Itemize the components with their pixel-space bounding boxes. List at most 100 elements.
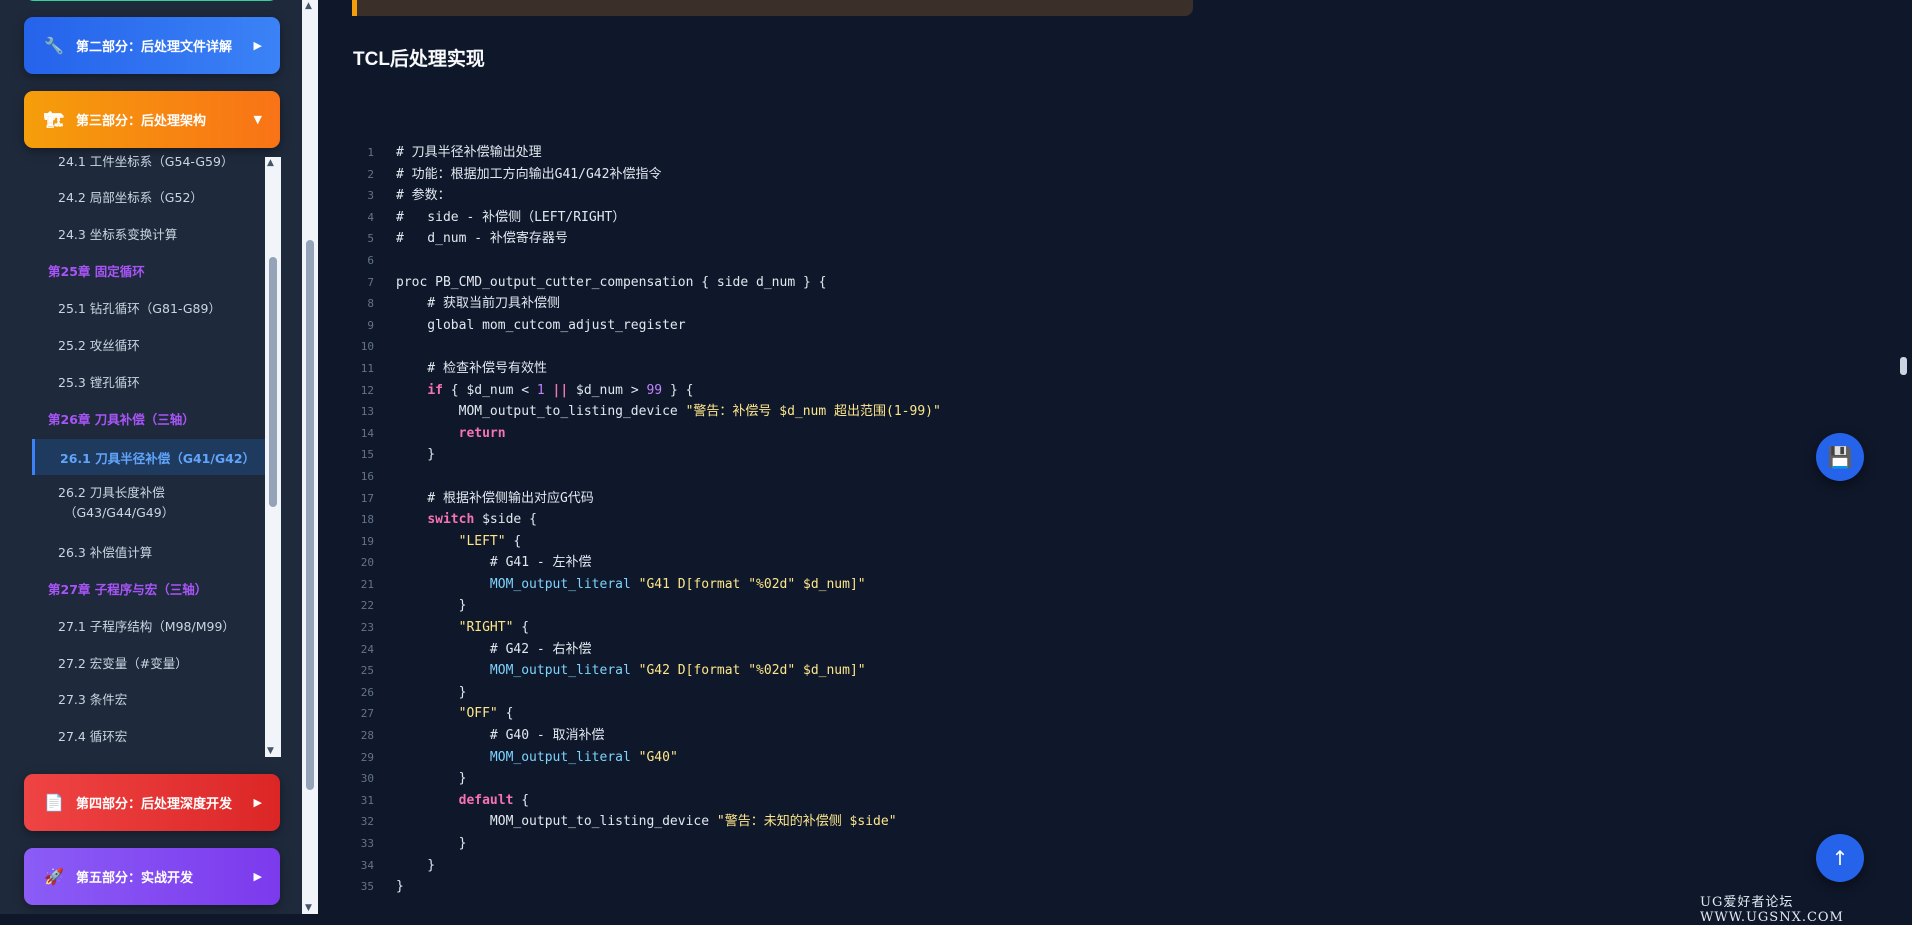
toc-item-24-3[interactable]: 24.3 坐标系变换计算 bbox=[58, 225, 268, 245]
scroll-up-arrow-icon[interactable]: ▲ bbox=[267, 158, 274, 168]
line-number: 35 bbox=[360, 880, 374, 894]
line-number: 15 bbox=[360, 448, 374, 462]
code-text: MOM_output_literal "G40" bbox=[489, 749, 678, 765]
line-number: 14 bbox=[360, 426, 374, 440]
page-scrollbar[interactable] bbox=[1896, 0, 1912, 914]
code-text: # G40 - 取消补偿 bbox=[396, 728, 605, 744]
scroll-down-arrow-icon[interactable]: ▼ bbox=[267, 746, 274, 756]
line-number: 7 bbox=[367, 275, 374, 289]
line-number: 27 bbox=[360, 707, 374, 721]
toc-item-26-2[interactable]: 26.2 刀具长度补偿 （G43/G44/G49） bbox=[58, 483, 268, 523]
document-icon: 📄 bbox=[44, 793, 64, 812]
line-number: 10 bbox=[360, 340, 374, 354]
code-line: 31 default { bbox=[352, 790, 1552, 812]
sidebar-scrollbar-thumb[interactable] bbox=[306, 240, 314, 790]
code-line: 30 } bbox=[352, 768, 1552, 790]
code-text: } bbox=[396, 684, 467, 700]
scroll-down-arrow-icon[interactable]: ▼ bbox=[305, 903, 312, 913]
toc-item-26-3[interactable]: 26.3 补偿值计算 bbox=[58, 543, 268, 563]
line-number: 30 bbox=[360, 772, 374, 786]
code-line: 14 return bbox=[352, 423, 1552, 445]
part-two-label: 第二部分：后处理文件详解 bbox=[76, 40, 233, 55]
expand-arrow-icon: ▶ bbox=[253, 796, 262, 809]
code-line: 6 bbox=[352, 250, 1552, 272]
code-text: default { bbox=[458, 792, 530, 808]
toc-item-26-2-line2: （G43/G44/G49） bbox=[64, 505, 175, 520]
line-number: 11 bbox=[360, 361, 374, 375]
code-text: } bbox=[396, 598, 467, 614]
scroll-up-arrow-icon[interactable]: ▲ bbox=[305, 1, 312, 11]
code-text: global mom_cutcom_adjust_register bbox=[396, 317, 686, 333]
code-text: if { $d_num < 1 || $d_num > 99 } { bbox=[427, 382, 694, 398]
part-three-button[interactable]: 🏗 第三部分：后处理架构 ▼ bbox=[24, 91, 280, 148]
code-line: 11 # 检查补偿号有效性 bbox=[352, 358, 1552, 380]
code-line: 2 # 功能：根据加工方向输出G41/G42补偿指令 bbox=[352, 164, 1552, 186]
code-text: } bbox=[396, 447, 436, 463]
toc-scrollbar-thumb[interactable] bbox=[269, 257, 277, 507]
code-text: MOM_output_literal "G42 D[format "%02d" … bbox=[489, 663, 866, 679]
code-text: } bbox=[396, 836, 467, 851]
wrench-icon: 🔧 bbox=[44, 36, 64, 55]
code-text: switch $side { bbox=[427, 512, 537, 528]
code-text: "OFF" { bbox=[458, 706, 514, 722]
line-number: 1 bbox=[367, 146, 374, 159]
toc-item-27-3[interactable]: 27.3 条件宏 bbox=[58, 690, 268, 710]
sidebar-scrollbar[interactable]: ▲ ▼ bbox=[302, 0, 318, 914]
code-text: # 根据补偿侧输出对应G代码 bbox=[396, 490, 594, 506]
code-line: 35} bbox=[352, 876, 1552, 898]
toc-chapter-25[interactable]: 第25章 固定循环 bbox=[48, 262, 145, 282]
toc-item-27-2[interactable]: 27.2 宏变量（#变量） bbox=[58, 654, 268, 674]
code-line: 21 MOM_output_literal "G41 D[format "%02… bbox=[352, 574, 1552, 596]
code-text: # 参数： bbox=[396, 188, 451, 204]
code-line: 29 MOM_output_literal "G40" bbox=[352, 747, 1552, 769]
line-number: 18 bbox=[360, 513, 374, 527]
code-line: 23 "RIGHT" { bbox=[352, 617, 1552, 639]
part-five-button[interactable]: 🚀 第五部分：实战开发 ▶ bbox=[24, 848, 280, 905]
line-number: 6 bbox=[367, 253, 374, 267]
part-four-label: 第四部分：后处理深度开发 bbox=[76, 797, 233, 812]
toc-item-27-4[interactable]: 27.4 循环宏 bbox=[58, 727, 268, 747]
code-line: 5 # d_num - 补偿寄存器号 bbox=[352, 228, 1552, 250]
toc-item-25-1[interactable]: 25.1 钻孔循环（G81-G89） bbox=[58, 299, 268, 319]
line-number: 17 bbox=[360, 491, 374, 505]
toc-item-26-1-active[interactable]: 26.1 刀具半径补偿（G41/G42） bbox=[32, 439, 280, 475]
code-line: 10 bbox=[352, 336, 1552, 358]
code-line: 16 bbox=[352, 466, 1552, 488]
part-two-button[interactable]: 🔧 第二部分：后处理文件详解 ▶ bbox=[24, 17, 280, 74]
toc-item-27-1[interactable]: 27.1 子程序结构（M98/M99） bbox=[58, 617, 268, 637]
toc-chapter-26[interactable]: 第26章 刀具补偿（三轴） bbox=[48, 410, 195, 430]
back-to-top-button[interactable]: ↑ bbox=[1816, 834, 1864, 882]
line-number: 24 bbox=[360, 642, 374, 656]
callout-box bbox=[352, 0, 1193, 16]
line-number: 13 bbox=[360, 405, 374, 419]
code-line: 15 } bbox=[352, 444, 1552, 466]
code-line: 18 switch $side { bbox=[352, 509, 1552, 531]
line-number: 5 bbox=[367, 232, 374, 246]
code-text: "RIGHT" { bbox=[458, 620, 530, 636]
code-block: 1 # 刀具半径补偿输出处理 2 # 功能：根据加工方向输出G41/G42补偿指令 3 #… bbox=[352, 142, 1552, 898]
code-line: 34 } bbox=[352, 855, 1552, 877]
toc-item-25-2[interactable]: 25.2 攻丝循环 bbox=[58, 336, 268, 356]
line-number: 31 bbox=[360, 793, 374, 807]
line-number: 19 bbox=[360, 534, 374, 548]
code-text: # G42 - 右补偿 bbox=[396, 641, 592, 657]
save-button[interactable]: 💾 bbox=[1816, 433, 1864, 481]
code-text: return bbox=[458, 425, 506, 441]
toc-scrollbar[interactable]: ▲ ▼ bbox=[265, 157, 281, 757]
code-line: 8 # 获取当前刀具补偿侧 bbox=[352, 293, 1552, 315]
toc-item-25-3[interactable]: 25.3 镗孔循环 bbox=[58, 373, 268, 393]
page-scrollbar-thumb[interactable] bbox=[1900, 357, 1907, 375]
toc-item-24-2[interactable]: 24.2 局部坐标系（G52） bbox=[58, 188, 268, 208]
toc-item-24-1[interactable]: 24.1 工件坐标系（G54-G59） bbox=[58, 152, 268, 172]
line-number: 23 bbox=[360, 621, 374, 635]
code-line: 32 MOM_output_to_listing_device "警告：未知的补… bbox=[352, 811, 1552, 833]
part-four-button[interactable]: 📄 第四部分：后处理深度开发 ▶ bbox=[24, 774, 280, 831]
section-title: TCL后处理实现 bbox=[353, 49, 485, 70]
expand-arrow-icon: ▶ bbox=[253, 870, 262, 883]
toc-chapter-27[interactable]: 第27章 子程序与宏（三轴） bbox=[48, 580, 207, 600]
code-line: 7 proc PB_CMD_output_cutter_compensation … bbox=[352, 272, 1552, 294]
watermark: UG爱好者论坛 WWW.UGSNX.COM bbox=[1700, 895, 1844, 925]
code-text: # side - 补偿侧（LEFT/RIGHT） bbox=[396, 209, 626, 225]
line-number: 26 bbox=[360, 685, 374, 699]
line-number: 33 bbox=[360, 837, 374, 850]
